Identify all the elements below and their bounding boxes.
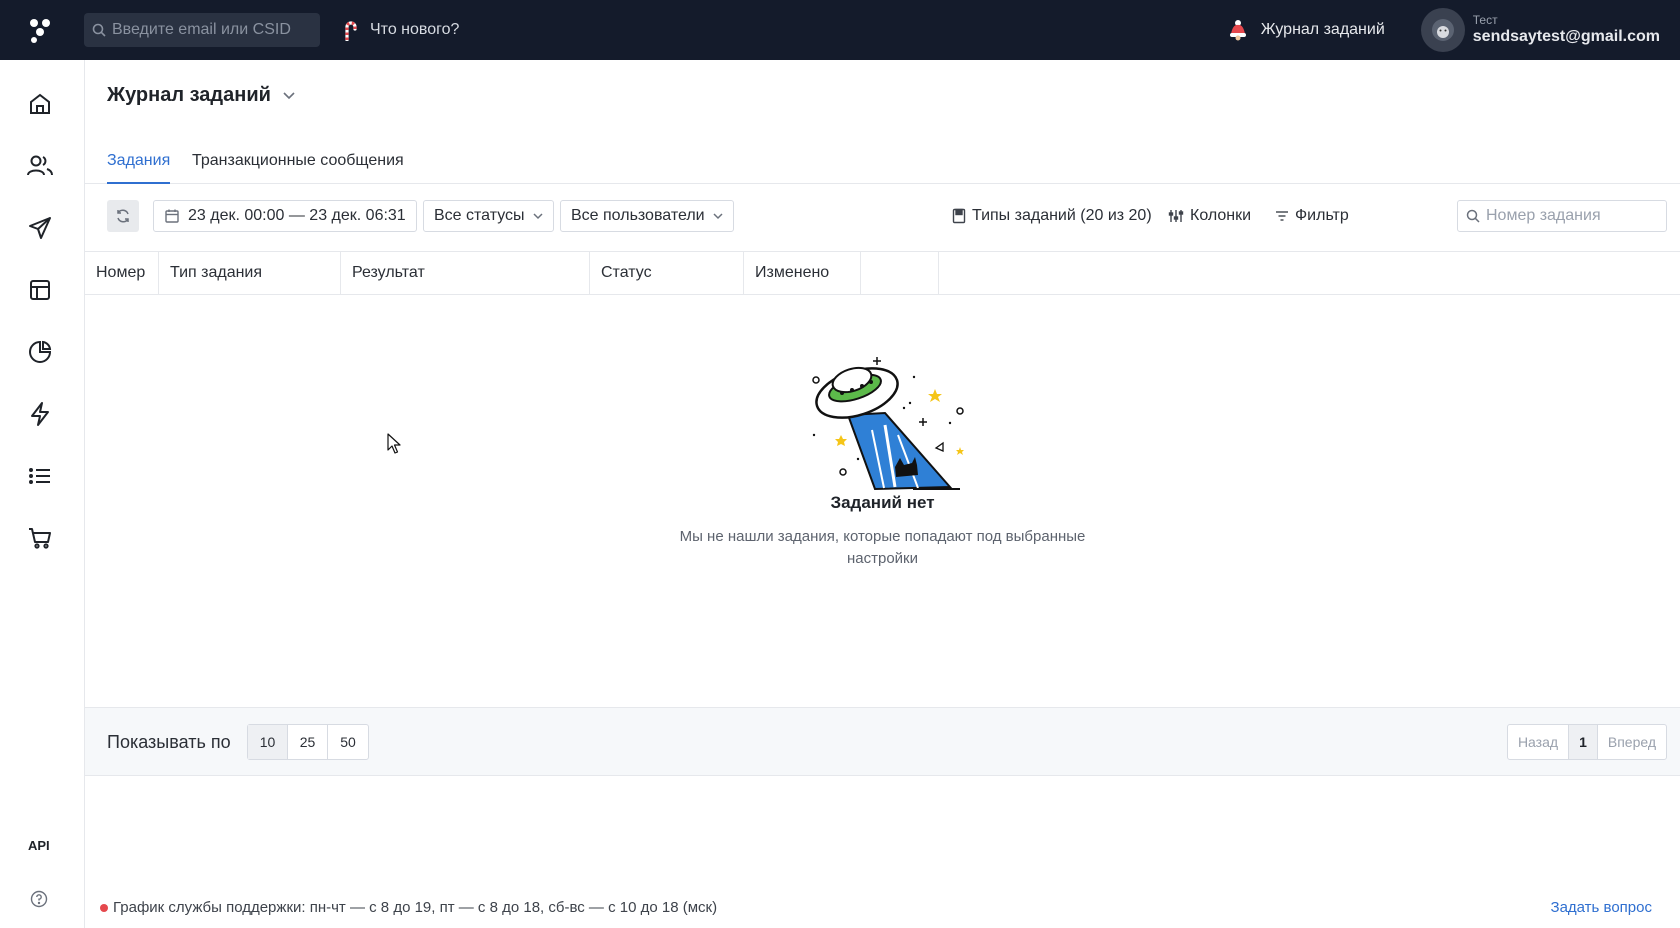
- search-icon: [1466, 209, 1480, 223]
- current-page[interactable]: 1: [1569, 725, 1598, 759]
- task-types-button[interactable]: Типы заданий (20 из 20): [952, 200, 1152, 232]
- logo[interactable]: [20, 10, 60, 50]
- calendar-icon: [165, 209, 179, 223]
- empty-description: Мы не нашли задания, которые попадают по…: [679, 528, 1086, 567]
- column-status[interactable]: Статус: [590, 252, 744, 294]
- home-icon[interactable]: [24, 88, 56, 120]
- tab-transactional[interactable]: Транзакционные сообщения: [192, 146, 404, 184]
- users-icon[interactable]: [24, 150, 56, 182]
- support-status-dot: [100, 904, 108, 912]
- ask-question-link[interactable]: Задать вопрос: [1551, 899, 1652, 916]
- search-icon: [92, 23, 106, 37]
- column-result[interactable]: Результат: [341, 252, 590, 294]
- mouse-cursor-icon: [387, 433, 401, 454]
- ufo-illustration: [812, 357, 964, 491]
- page-title: Журнал заданий: [107, 84, 271, 106]
- global-search[interactable]: [84, 13, 320, 47]
- refresh-button[interactable]: [107, 200, 139, 232]
- journal-link-label: Журнал заданий: [1260, 21, 1385, 38]
- date-range-picker[interactable]: 23 дек. 00:00 — 23 дек. 06:31: [153, 200, 417, 232]
- pagination-bar: Показывать по 10 25 50 Назад 1 Вперед: [85, 707, 1680, 776]
- status-filter-select[interactable]: Все статусы: [423, 200, 554, 232]
- send-icon[interactable]: [24, 212, 56, 244]
- whats-new-label: Что нового?: [370, 21, 460, 38]
- pie-chart-icon[interactable]: [24, 336, 56, 368]
- filter-label: Фильтр: [1295, 207, 1349, 224]
- api-link[interactable]: API: [28, 838, 50, 853]
- user-avatar-icon: [1431, 19, 1454, 41]
- page-size-50[interactable]: 50: [328, 725, 368, 759]
- chevron-down-icon: [533, 212, 543, 219]
- column-extra: [861, 252, 939, 294]
- avatar: [1420, 8, 1465, 52]
- user-email: sendsaytest@gmail.com: [1472, 28, 1660, 45]
- chevron-down-icon: [283, 91, 295, 99]
- tab-tasks[interactable]: Задания: [107, 146, 171, 184]
- user-filter-select[interactable]: Все пользователи: [560, 200, 734, 232]
- logo-icon: [30, 19, 50, 43]
- list-icon[interactable]: [24, 460, 56, 492]
- page-size-selector: 10 25 50: [247, 724, 369, 760]
- layout-icon[interactable]: [24, 274, 56, 306]
- table-header: Номер Тип задания Результат Статус Измен…: [85, 251, 1680, 295]
- user-filter-value: Все пользователи: [571, 207, 705, 224]
- columns-button[interactable]: Колонки: [1168, 200, 1251, 232]
- search-input[interactable]: [112, 21, 312, 39]
- page-size-10[interactable]: 10: [248, 725, 288, 759]
- task-types-icon: [952, 208, 966, 224]
- empty-state: Заданий нет Мы не нашли задания, которые…: [85, 295, 1680, 707]
- toolbar: 23 дек. 00:00 — 23 дек. 06:31 Все статус…: [107, 200, 1667, 234]
- cart-icon[interactable]: [24, 522, 56, 554]
- task-number-search[interactable]: [1457, 200, 1667, 232]
- column-modified[interactable]: Изменено: [744, 252, 861, 294]
- page-size-label: Показывать по: [107, 732, 231, 752]
- top-bar: Что нового? Журнал заданий Тест: [0, 0, 1680, 60]
- filter-button[interactable]: Фильтр: [1275, 200, 1349, 232]
- column-number[interactable]: Номер: [85, 252, 159, 294]
- user-menu[interactable]: Тест sendsaytest@gmail.com: [1420, 8, 1660, 52]
- refresh-icon: [117, 209, 129, 223]
- columns-icon: [1168, 210, 1184, 222]
- candy-cane-icon: [345, 21, 357, 41]
- journal-link[interactable]: Журнал заданий: [1227, 19, 1385, 41]
- task-number-input[interactable]: [1486, 207, 1656, 225]
- question-icon[interactable]: [30, 890, 48, 908]
- filter-icon: [1276, 211, 1288, 221]
- date-range-value: 23 дек. 00:00 — 23 дек. 06:31: [188, 207, 406, 224]
- columns-label: Колонки: [1190, 207, 1252, 224]
- whats-new-link[interactable]: Что нового?: [342, 19, 459, 41]
- tabs: Задания Транзакционные сообщения: [85, 146, 1680, 184]
- support-schedule: График службы поддержки: пн-чт — с 8 до …: [113, 899, 718, 916]
- chevron-down-icon: [713, 212, 723, 219]
- task-types-label: Типы заданий (20 из 20): [972, 207, 1152, 224]
- page-title-dropdown[interactable]: Журнал заданий: [107, 84, 295, 107]
- next-page-button[interactable]: Вперед: [1598, 725, 1666, 759]
- page-navigation: Назад 1 Вперед: [1506, 724, 1667, 760]
- page-size-25[interactable]: 25: [288, 725, 328, 759]
- column-task-type[interactable]: Тип задания: [159, 252, 341, 294]
- support-footer: График службы поддержки: пн-чт — с 8 до …: [85, 894, 1680, 924]
- status-filter-value: Все статусы: [434, 207, 525, 224]
- lightning-icon[interactable]: [24, 398, 56, 430]
- main-content: Журнал заданий Задания Транзакционные со…: [85, 60, 1680, 928]
- sidebar: API: [0, 60, 85, 928]
- empty-title: Заданий нет: [830, 493, 935, 512]
- santa-hat-icon: [1229, 20, 1246, 41]
- user-name: Тест: [1472, 13, 1498, 27]
- prev-page-button[interactable]: Назад: [1508, 725, 1570, 759]
